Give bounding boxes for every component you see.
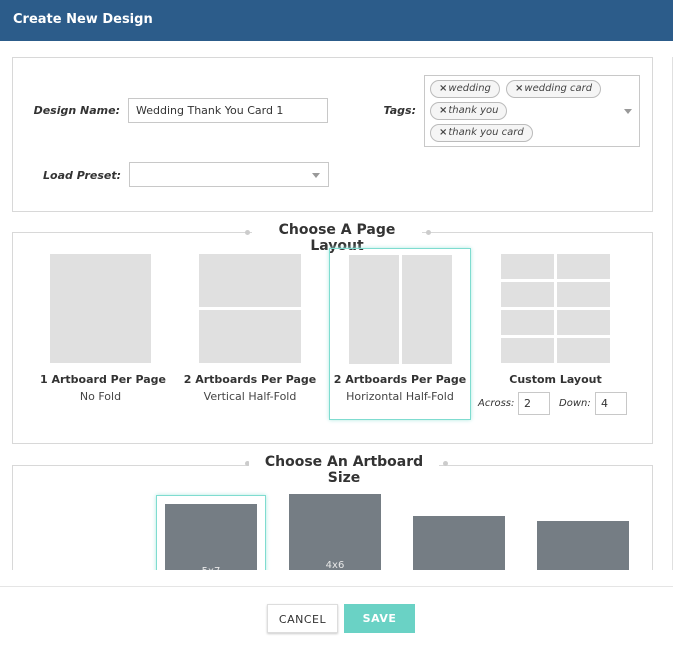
layout-option-title: Custom Layout bbox=[509, 373, 602, 386]
tag-label: thank you card bbox=[448, 127, 524, 138]
layout-option-title: 1 Artboard Per Page bbox=[40, 373, 166, 386]
artboard-preview bbox=[402, 255, 452, 364]
artboard-preview bbox=[557, 282, 610, 307]
layout-option-horizontal-half-fold[interactable]: 2 Artboards Per Page Horizontal Half-Fol… bbox=[329, 248, 471, 420]
chevron-down-icon bbox=[312, 173, 320, 178]
chevron-down-icon[interactable] bbox=[624, 109, 632, 114]
down-input[interactable]: 4 bbox=[595, 392, 627, 415]
tag-label: thank you bbox=[448, 105, 499, 116]
save-button[interactable]: SAVE bbox=[344, 604, 415, 633]
artboard-size-option[interactable]: 4x6 bbox=[289, 494, 381, 570]
artboard-size-option[interactable] bbox=[537, 521, 629, 570]
dialog-header: Create New Design bbox=[0, 0, 673, 41]
artboard-preview bbox=[501, 310, 554, 335]
layout-option-subtitle: Vertical Half-Fold bbox=[203, 390, 297, 403]
remove-tag-icon[interactable]: × bbox=[439, 105, 447, 116]
tag-label: wedding bbox=[448, 83, 491, 94]
dialog-title: Create New Design bbox=[13, 12, 153, 27]
tags-label: Tags: bbox=[383, 104, 416, 117]
artboard-preview bbox=[199, 254, 301, 307]
cancel-button[interactable]: CANCEL bbox=[267, 604, 338, 633]
artboard-size-option[interactable]: 5x7 bbox=[165, 504, 257, 570]
tag-label: wedding card bbox=[524, 83, 593, 94]
artboard-size-option[interactable] bbox=[413, 516, 505, 570]
artboard-size-label: 5x7 bbox=[165, 566, 257, 570]
tag-chip[interactable]: ×thank you bbox=[430, 102, 508, 120]
layout-option-title: 2 Artboards Per Page bbox=[333, 373, 467, 386]
dialog-footer: CANCEL SAVE bbox=[0, 586, 673, 648]
layout-option-title: 2 Artboards Per Page bbox=[183, 373, 317, 386]
down-label: Down: bbox=[559, 398, 591, 409]
layout-option-subtitle: Horizontal Half-Fold bbox=[346, 390, 454, 403]
artboard-preview bbox=[501, 338, 554, 363]
design-name-label: Design Name: bbox=[33, 104, 120, 117]
artboard-size-label: 4x6 bbox=[325, 560, 345, 570]
artboard-preview bbox=[501, 254, 554, 279]
load-preset-label: Load Preset: bbox=[43, 169, 121, 182]
layout-option-vertical-half-fold[interactable]: 2 Artboards Per Page Vertical Half-Fold bbox=[184, 251, 316, 411]
remove-tag-icon[interactable]: × bbox=[439, 83, 447, 94]
remove-tag-icon[interactable]: × bbox=[439, 127, 447, 138]
across-input[interactable]: 2 bbox=[518, 392, 550, 415]
artboard-preview bbox=[557, 254, 610, 279]
artboard-preview bbox=[349, 255, 399, 364]
across-label: Across: bbox=[478, 398, 515, 409]
artboard-size-title: Choose An Artboard Size bbox=[249, 454, 439, 486]
artboard-preview bbox=[50, 254, 151, 363]
divider-dot bbox=[245, 230, 250, 235]
layout-option-subtitle: No Fold bbox=[79, 390, 122, 403]
dialog-body[interactable]: Design Name: Wedding Thank You Card 1 Ta… bbox=[0, 41, 673, 570]
divider-dot bbox=[426, 230, 431, 235]
divider-dot bbox=[443, 461, 448, 466]
artboard-preview bbox=[557, 338, 610, 363]
artboard-preview bbox=[557, 310, 610, 335]
tag-chip[interactable]: ×wedding bbox=[430, 80, 500, 98]
design-name-input[interactable]: Wedding Thank You Card 1 bbox=[128, 98, 328, 123]
tag-chip[interactable]: ×wedding card bbox=[506, 80, 602, 98]
remove-tag-icon[interactable]: × bbox=[515, 83, 523, 94]
layout-option-custom[interactable]: Custom Layout Across: 2 Down: 4 bbox=[478, 251, 633, 421]
tags-input[interactable]: ×wedding ×wedding card ×thank you ×thank… bbox=[424, 75, 640, 147]
artboard-preview bbox=[501, 282, 554, 307]
load-preset-select[interactable] bbox=[129, 162, 329, 187]
tag-chip[interactable]: ×thank you card bbox=[430, 124, 533, 142]
layout-option-no-fold[interactable]: 1 Artboard Per Page No Fold bbox=[40, 251, 166, 411]
artboard-preview bbox=[199, 310, 301, 363]
